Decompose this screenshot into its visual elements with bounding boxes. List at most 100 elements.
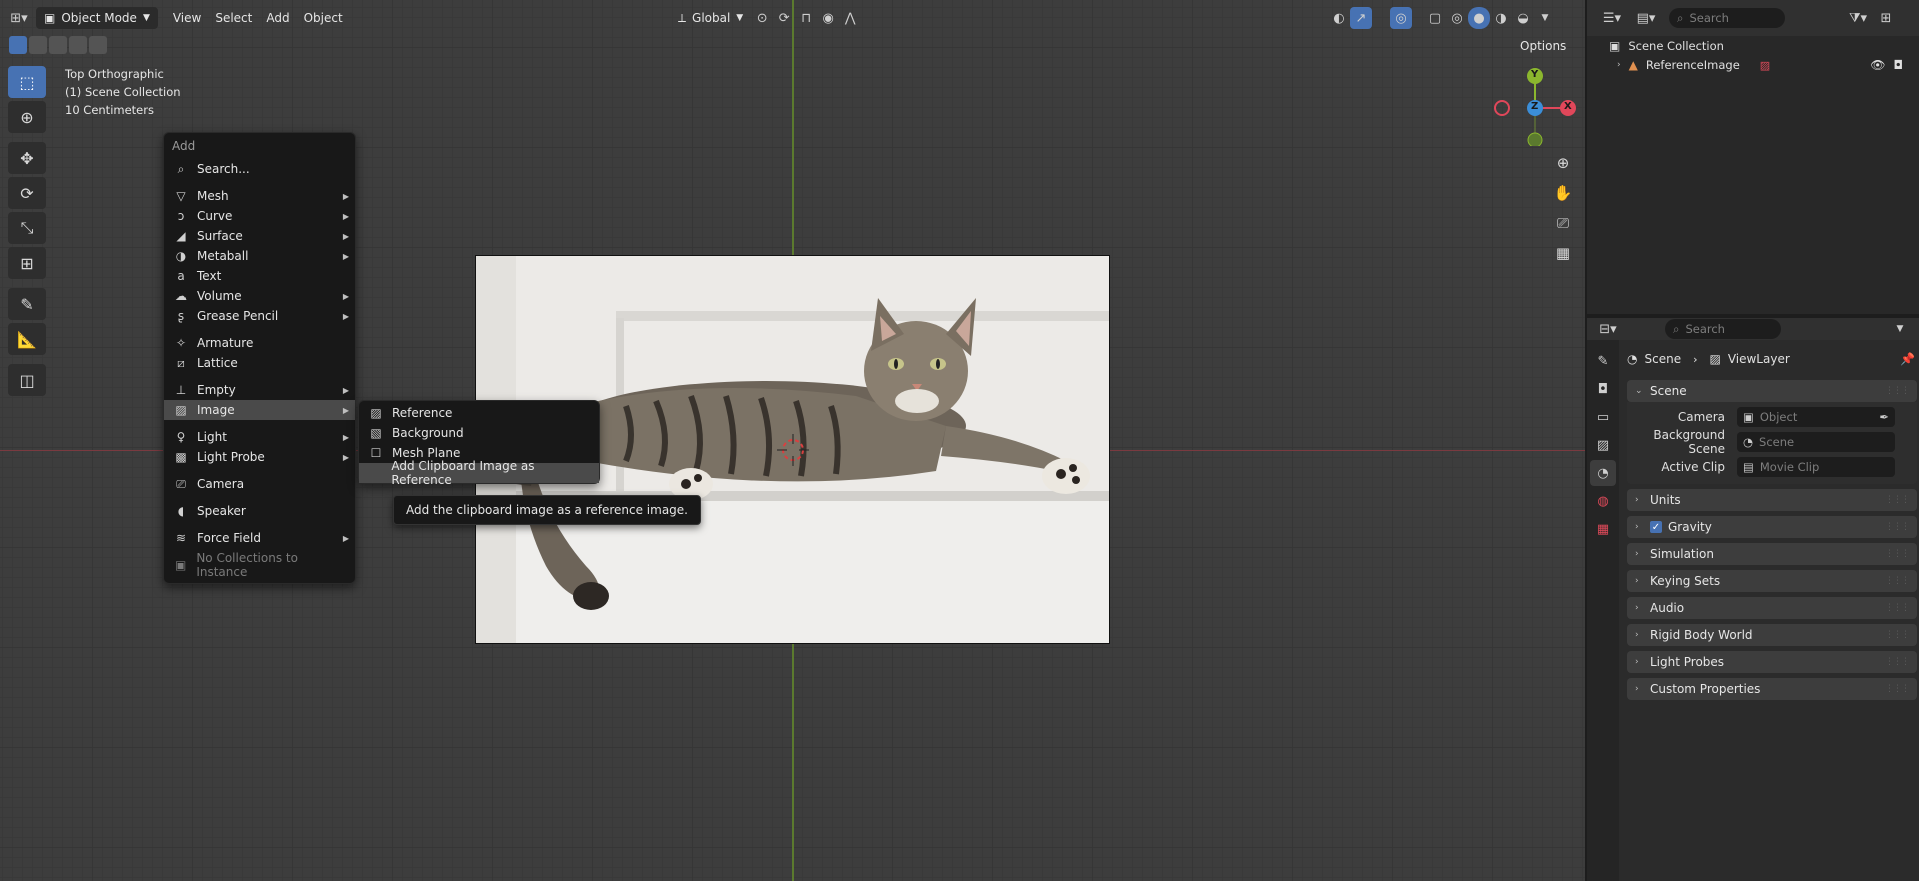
camera-field[interactable]: ▣ Object ✒ — [1737, 407, 1895, 427]
proportional-edit-icon[interactable]: ◉ — [817, 7, 839, 29]
add-menu-search[interactable]: ⌕ Search... — [164, 159, 355, 179]
material-shading-icon[interactable]: ◑ — [1490, 7, 1512, 29]
drag-handle-icon[interactable]: ⋮⋮⋮ — [1885, 495, 1910, 505]
outliner-search-input[interactable]: ⌕ Search — [1669, 8, 1785, 28]
new-collection-icon[interactable]: ⊞ — [1875, 7, 1897, 29]
keying-sets-panel-header[interactable]: › Keying Sets ⋮⋮⋮ — [1627, 570, 1917, 592]
pan-hand-icon[interactable]: ✋ — [1550, 180, 1576, 206]
view-layer-tab-icon[interactable]: ▨ — [1590, 432, 1616, 458]
pin-icon[interactable]: 📌 — [1900, 352, 1915, 366]
transform-orientation-dropdown[interactable]: ⟂ Global ▼ — [670, 7, 751, 29]
select-extend-icon[interactable] — [29, 36, 47, 54]
light-probes-panel-header[interactable]: › Light Probes ⋮⋮⋮ — [1627, 651, 1917, 673]
menu-add[interactable]: Add — [259, 7, 296, 29]
ortho-grid-icon[interactable]: ▦ — [1550, 240, 1576, 266]
add-menu-item-light[interactable]: ♀ Light ▶ — [164, 427, 355, 447]
select-intersect-icon[interactable] — [89, 36, 107, 54]
add-menu-item-empty[interactable]: ⊥ Empty ▶ — [164, 380, 355, 400]
zoom-icon[interactable]: ⊕ — [1550, 150, 1576, 176]
add-menu-item-force-field[interactable]: ≋ Force Field ▶ — [164, 528, 355, 548]
overlay-toggle-icon[interactable]: ◎ — [1390, 7, 1412, 29]
wireframe-shading-icon[interactable]: ◎ — [1446, 7, 1468, 29]
add-menu-item-mesh[interactable]: ▽ Mesh ▶ — [164, 186, 355, 206]
falloff-icon[interactable]: ⋀ — [839, 7, 861, 29]
active-clip-field[interactable]: ▤ Movie Clip — [1737, 457, 1895, 477]
texture-tab-icon[interactable]: ▦ — [1590, 516, 1616, 542]
gravity-checkbox[interactable]: ✓ — [1650, 521, 1662, 533]
scene-panel-header[interactable]: ⌄ Scene ⋮⋮⋮ — [1627, 380, 1917, 402]
measure-tool-icon[interactable]: 📐 — [8, 323, 46, 355]
scene-tab-icon[interactable]: ◔ — [1590, 460, 1616, 486]
image-submenu-reference[interactable]: ▨ Reference — [359, 403, 599, 423]
world-tab-icon[interactable]: ◍ — [1590, 488, 1616, 514]
add-menu-item-camera[interactable]: ⎚ Camera — [164, 474, 355, 494]
drag-handle-icon[interactable]: ⋮⋮⋮ — [1885, 549, 1910, 559]
drag-handle-icon[interactable]: ⋮⋮⋮ — [1885, 684, 1910, 694]
scale-tool-icon[interactable]: ⤡ — [8, 212, 46, 244]
camera-view-icon[interactable]: ⎚ — [1550, 210, 1576, 236]
select-invert-icon[interactable] — [69, 36, 87, 54]
add-menu-item-surface[interactable]: ◢ Surface ▶ — [164, 226, 355, 246]
select-new-icon[interactable] — [9, 36, 27, 54]
add-menu-item-image[interactable]: ▨ Image ▶ — [164, 400, 355, 420]
display-mode-icon[interactable]: ▤▾ — [1635, 7, 1657, 29]
add-menu-item-metaball[interactable]: ◑ Metaball ▶ — [164, 246, 355, 266]
mode-dropdown[interactable]: ▣ Object Mode ▼ — [36, 7, 158, 29]
drag-handle-icon[interactable]: ⋮⋮⋮ — [1885, 657, 1910, 667]
outliner-item-referenceimage[interactable]: › ▲ ReferenceImage ▨ 👁 ◘ — [1617, 55, 1917, 75]
add-menu-item-grease-pencil[interactable]: ʂ Grease Pencil ▶ — [164, 306, 355, 326]
visibility-icon[interactable]: ◐ — [1328, 7, 1350, 29]
pivot-point-icon[interactable]: ⊙ — [751, 7, 773, 29]
outliner-scene-collection[interactable]: ▣ Scene Collection — [1609, 36, 1724, 56]
add-menu-item-speaker[interactable]: ◖ Speaker — [164, 501, 355, 521]
expand-chevron-icon[interactable]: › — [1617, 60, 1621, 70]
rotate-tool-icon[interactable]: ⟳ — [8, 177, 46, 209]
annotate-tool-icon[interactable]: ✎ — [8, 288, 46, 320]
cursor-tool-icon[interactable]: ⊕ — [8, 101, 46, 133]
add-menu-item-text[interactable]: a Text — [164, 266, 355, 286]
add-menu-item-lattice[interactable]: ⧄ Lattice — [164, 353, 355, 373]
render-camera-icon[interactable]: ◘ — [1894, 58, 1904, 72]
transform-tool-icon[interactable]: ⊞ — [8, 247, 46, 279]
3d-viewport[interactable]: ⊞▾ ▣ Object Mode ▼ View Select Add Objec… — [0, 0, 1585, 881]
move-tool-icon[interactable]: ✥ — [8, 142, 46, 174]
editor-type-icon[interactable]: ⊟▾ — [1597, 318, 1619, 340]
gizmo-toggle-icon[interactable]: ↗ — [1350, 7, 1372, 29]
menu-view[interactable]: View — [166, 7, 208, 29]
drag-handle-icon[interactable]: ⋮⋮⋮ — [1885, 603, 1910, 613]
add-menu-item-light-probe[interactable]: ▩ Light Probe ▶ — [164, 447, 355, 467]
add-menu-item-volume[interactable]: ☁ Volume ▶ — [164, 286, 355, 306]
background-scene-field[interactable]: ◔ Scene — [1737, 432, 1895, 452]
filter-icon[interactable]: ⧩▾ — [1847, 7, 1869, 29]
xray-icon[interactable]: ▢ — [1424, 7, 1446, 29]
options-button[interactable]: Options — [1512, 35, 1574, 57]
add-menu-item-armature[interactable]: ✧ Armature — [164, 333, 355, 353]
snap-icon[interactable]: ⟳ — [773, 7, 795, 29]
simulation-panel-header[interactable]: › Simulation ⋮⋮⋮ — [1627, 543, 1917, 565]
rendered-shading-icon[interactable]: ◒ — [1512, 7, 1534, 29]
chevron-down-icon[interactable]: ▼ — [1889, 318, 1911, 340]
drag-handle-icon[interactable]: ⋮⋮⋮ — [1885, 522, 1910, 532]
editor-type-icon[interactable]: ☰▾ — [1601, 7, 1623, 29]
units-panel-header[interactable]: › Units ⋮⋮⋮ — [1627, 489, 1917, 511]
properties-search-input[interactable]: ⌕ Search — [1665, 319, 1781, 339]
image-submenu-clipboard-reference[interactable]: Add Clipboard Image as Reference — [359, 459, 599, 487]
gravity-panel-header[interactable]: › ✓ Gravity ⋮⋮⋮ — [1627, 516, 1917, 538]
menu-object[interactable]: Object — [297, 7, 350, 29]
select-subtract-icon[interactable] — [49, 36, 67, 54]
solid-shading-icon[interactable]: ● — [1468, 7, 1490, 29]
select-box-tool-icon[interactable]: ⬚ — [8, 66, 46, 98]
output-tab-icon[interactable]: ▭ — [1590, 404, 1616, 430]
custom-properties-panel-header[interactable]: › Custom Properties ⋮⋮⋮ — [1627, 678, 1917, 700]
eye-icon[interactable]: 👁 — [1870, 58, 1885, 72]
menu-select[interactable]: Select — [208, 7, 259, 29]
add-menu-item-curve[interactable]: ↄ Curve ▶ — [164, 206, 355, 226]
eyedropper-icon[interactable]: ✒ — [1879, 410, 1889, 424]
rigid-body-world-panel-header[interactable]: › Rigid Body World ⋮⋮⋮ — [1627, 624, 1917, 646]
image-submenu-background[interactable]: ▧ Background — [359, 423, 599, 443]
tool-tab-icon[interactable]: ✎ — [1590, 348, 1616, 374]
drag-handle-icon[interactable]: ⋮⋮⋮ — [1885, 576, 1910, 586]
render-tab-icon[interactable]: ◘ — [1590, 376, 1616, 402]
shading-options-icon[interactable]: ▼ — [1534, 7, 1556, 29]
add-cube-tool-icon[interactable]: ◫ — [8, 364, 46, 396]
